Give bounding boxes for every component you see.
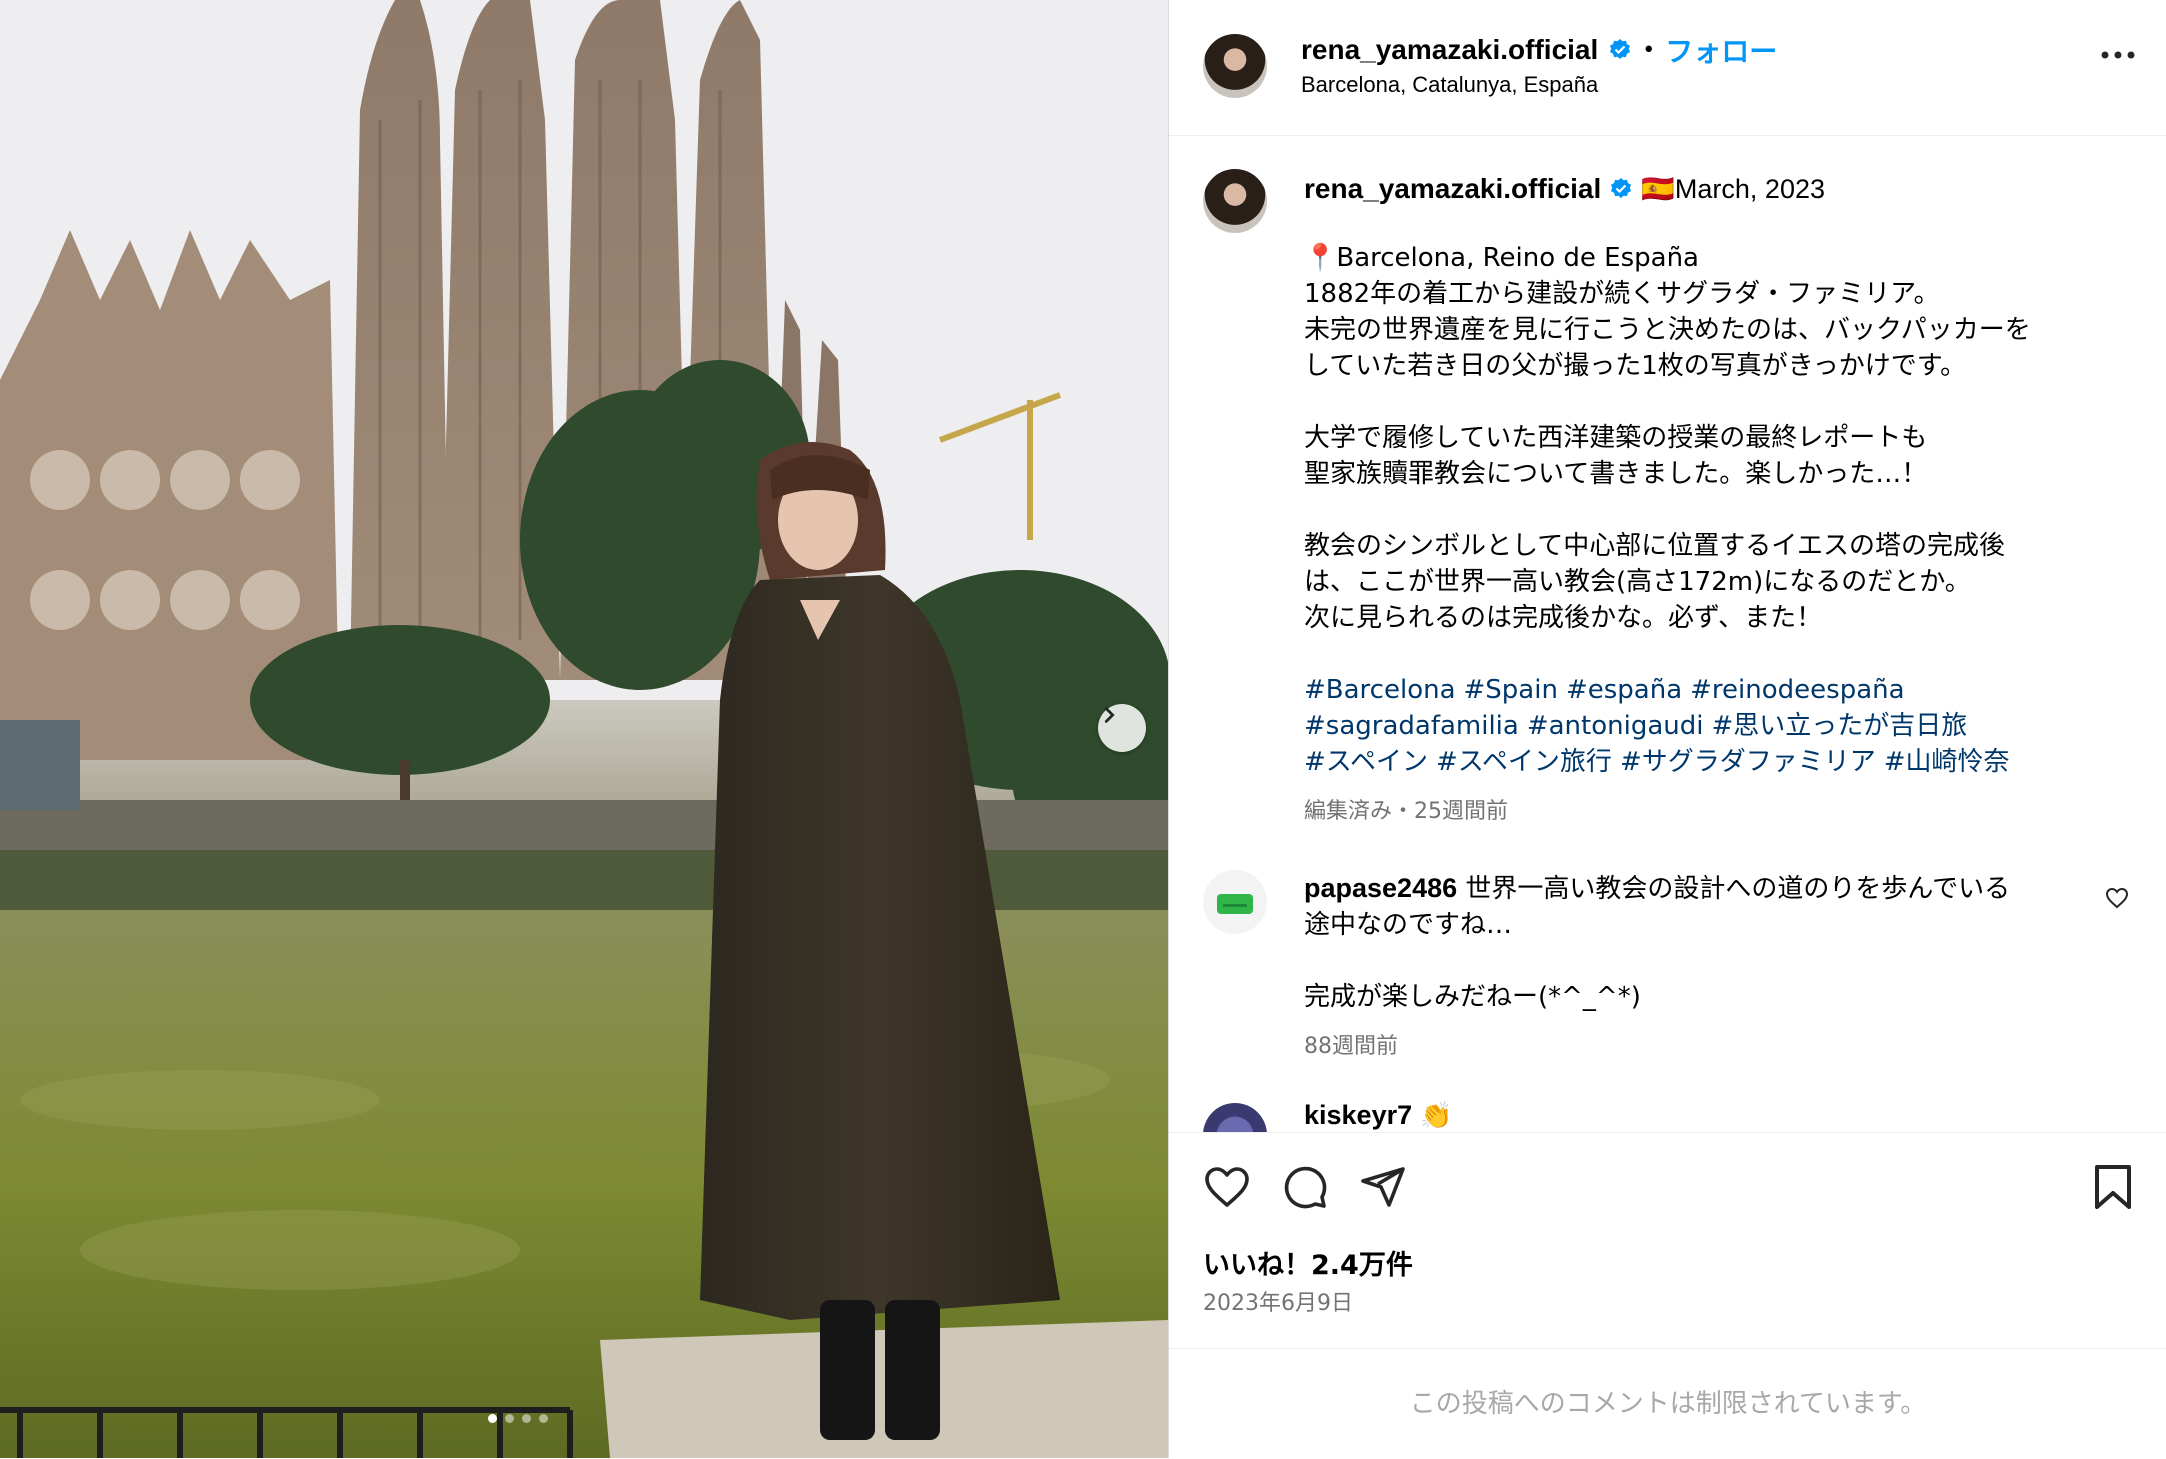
verified-badge-icon — [1611, 178, 1632, 198]
hashtag-link[interactable]: #思い立ったが吉日旅 — [1712, 711, 1968, 741]
caption-username-link[interactable]: rena_yamazaki.official — [1304, 173, 1601, 205]
like-heart-icon[interactable] — [1203, 1163, 1251, 1211]
likes-count[interactable]: いいね！2.4万件 — [1203, 1243, 1413, 1282]
carousel-dot — [505, 1414, 514, 1423]
verified-badge-icon — [1610, 39, 1631, 59]
hashtag-link[interactable]: #スペイン旅行 — [1436, 747, 1612, 777]
comment-text: 途中なのですね… — [1304, 910, 1513, 940]
location-pin-emoji: 📍 — [1304, 243, 1337, 273]
carousel-dots — [488, 1414, 548, 1423]
hashtag-row: #sagradafamilia #antonigaudi #思い立ったが吉日旅 — [1304, 708, 2124, 744]
caption-meta: 編集済み・25週間前 — [1304, 799, 1508, 824]
avatar[interactable] — [1203, 34, 1267, 98]
carousel-dot — [522, 1414, 531, 1423]
location-link[interactable]: Barcelona, Catalunya, España — [1301, 72, 1598, 98]
username-link[interactable]: rena_yamazaki.official — [1301, 34, 1598, 66]
commenter-username-link[interactable]: kiskeyr7 — [1304, 1100, 1412, 1130]
comments-scroll-area[interactable]: rena_yamazaki.official 🇪🇸March, 2023 📍Ba… — [1169, 135, 2166, 1133]
caption-line: 次に見られるのは完成後かな。必ず、また！ — [1304, 603, 1823, 633]
caption-line: Barcelona, Reino de España — [1336, 243, 1699, 273]
hashtag-link[interactable]: #españa — [1566, 675, 1682, 705]
carousel-next-button[interactable] — [1098, 704, 1146, 752]
hashtag-link[interactable]: #sagradafamilia — [1304, 711, 1519, 741]
comment-time: 88週間前 — [1304, 1034, 1398, 1059]
hashtag-row: #Barcelona #Spain #españa #reinodeespaña — [1304, 672, 2124, 708]
hashtag-link[interactable]: #reinodeespaña — [1690, 675, 1904, 705]
caption-line: 教会のシンボルとして中心部に位置するイエスの塔の完成後 — [1304, 531, 2005, 561]
clap-emoji: 👏 — [1420, 1101, 1453, 1131]
post-photo[interactable] — [0, 0, 1168, 1458]
caption-avatar[interactable] — [1203, 169, 1267, 233]
post-header: rena_yamazaki.official • フォロー Barcelona,… — [1169, 0, 2166, 136]
separator-dot: • — [1642, 37, 1656, 63]
hashtag-link[interactable]: #山崎怜奈 — [1884, 747, 2010, 777]
action-bar: いいね！2.4万件 2023年6月9日 — [1169, 1132, 2166, 1348]
share-send-icon[interactable] — [1359, 1163, 1407, 1211]
commenter-avatar[interactable] — [1203, 870, 1267, 934]
caption-line: 聖家族贖罪教会について書きました。楽しかった…！ — [1304, 459, 1928, 489]
comment-bubble-icon[interactable] — [1281, 1163, 1329, 1211]
caption-line: 1882年の着工から建設が続くサグラダ・ファミリア。 — [1304, 279, 1940, 309]
hashtag-link[interactable]: #antonigaudi — [1527, 711, 1704, 741]
hashtag-row: #スペイン #スペイン旅行 #サグラダファミリア #山崎怜奈 — [1304, 744, 2124, 780]
spain-flag-emoji: 🇪🇸 — [1641, 174, 1675, 204]
comment-text: 世界一高い教会の設計への道のりを歩んでいる — [1465, 874, 2011, 904]
commenter-username-link[interactable]: papase2486 — [1304, 873, 1457, 903]
comment-text: 完成が楽しみだねー(*^_^*) — [1304, 982, 1641, 1012]
caption-text: 📍Barcelona, Reino de España 1882年の着工から建設… — [1304, 240, 2124, 830]
hashtag-link[interactable]: #Spain — [1464, 675, 1558, 705]
post-date: 2023年6月9日 — [1203, 1291, 1353, 1316]
follow-button[interactable]: フォロー — [1665, 30, 1777, 70]
hashtag-link[interactable]: #サグラダファミリア — [1620, 747, 1876, 777]
post-side-panel: rena_yamazaki.official • フォロー Barcelona,… — [1168, 0, 2166, 1458]
more-options-icon[interactable] — [2101, 50, 2135, 60]
like-comment-heart-icon[interactable] — [2105, 886, 2129, 910]
hashtag-link[interactable]: #Barcelona — [1304, 675, 1456, 705]
carousel-dot — [539, 1414, 548, 1423]
green-bag-avatar-image — [1217, 894, 1253, 914]
caption-date-text: March, 2023 — [1674, 174, 1825, 204]
save-bookmark-icon[interactable] — [2091, 1163, 2135, 1211]
photo-scene — [0, 0, 1168, 1458]
caption-line: 未完の世界遺産を見に行こうと決めたのは、バックパッカーを — [1304, 315, 2031, 345]
hashtag-link[interactable]: #スペイン — [1304, 747, 1428, 777]
caption-line: していた若き日の父が撮った1枚の写真がきっかけです。 — [1304, 351, 1967, 381]
comments-restricted-notice: この投稿へのコメントは制限されています。 — [1169, 1348, 2166, 1459]
caption-line: は、ここが世界一高い教会(高さ172m)になるのだとか。 — [1304, 567, 1971, 597]
caption-line: 大学で履修していた西洋建築の授業の最終レポートも — [1304, 423, 1928, 453]
carousel-dot — [488, 1414, 497, 1423]
chevron-right-icon — [1104, 707, 1115, 723]
commenter-avatar[interactable] — [1203, 1103, 1267, 1133]
